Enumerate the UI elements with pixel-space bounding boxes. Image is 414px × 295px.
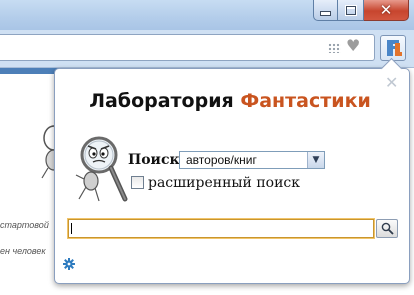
- search-label: Поиск:: [128, 152, 185, 168]
- search-icon: [381, 222, 394, 235]
- page-header-strip: [0, 68, 60, 74]
- gear-icon[interactable]: [63, 258, 75, 270]
- maximize-button[interactable]: [338, 0, 364, 21]
- grid-icon[interactable]: [328, 43, 341, 53]
- popup-title: Лаборатория Фантастики: [55, 90, 405, 112]
- address-bar[interactable]: ♥: [0, 34, 375, 61]
- minimize-icon: [320, 11, 331, 16]
- background-text: стартовой: [0, 220, 49, 230]
- popup-close-icon[interactable]: ✕: [385, 75, 398, 91]
- search-type-value: авторов/книг: [186, 153, 257, 167]
- magnifier-bug-mascot-icon: [75, 136, 128, 202]
- browser-toolbar: ♥: [0, 30, 414, 68]
- fantlab-logo-icon: [387, 40, 402, 56]
- heart-icon[interactable]: ♥: [346, 38, 360, 54]
- search-input[interactable]: [68, 219, 374, 238]
- extension-popup: ✕ Лаборатория Фантастики Поиск: авторов/…: [54, 57, 410, 284]
- background-text: ен человек: [0, 246, 46, 256]
- close-icon: ✕: [379, 0, 393, 19]
- chevron-down-icon[interactable]: ▼: [307, 152, 324, 168]
- title-fantasy: Фантастики: [240, 90, 371, 112]
- advanced-search-checkbox[interactable]: [131, 176, 144, 189]
- window-titlebar: ✕: [0, 0, 414, 30]
- search-type-select[interactable]: авторов/книг ▼: [179, 151, 325, 169]
- fantlab-extension-button[interactable]: [380, 35, 406, 61]
- advanced-search-label[interactable]: расширенный поиск: [148, 175, 300, 191]
- window-close-button[interactable]: ✕: [364, 0, 409, 21]
- minimize-button[interactable]: [313, 0, 338, 21]
- text-caret: [71, 223, 72, 234]
- search-button[interactable]: [376, 219, 398, 238]
- maximize-icon: [345, 5, 356, 15]
- title-lab: Лаборатория: [89, 90, 234, 112]
